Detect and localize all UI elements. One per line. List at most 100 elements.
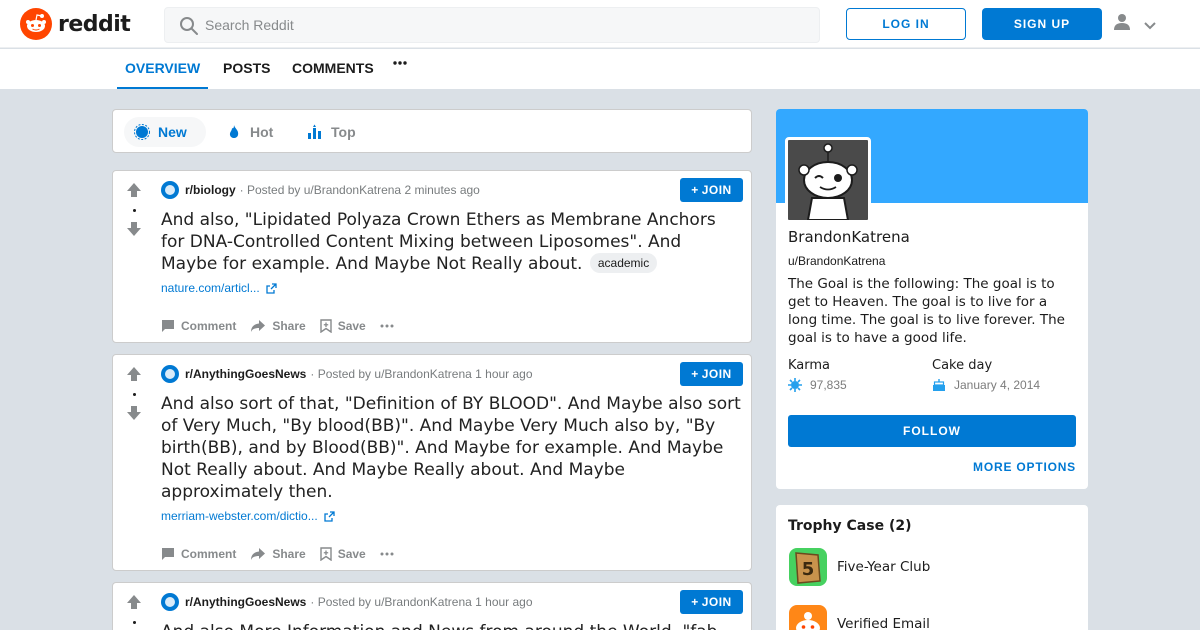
more-tabs-icon[interactable]	[393, 49, 407, 89]
post-flair[interactable]: academic	[589, 253, 658, 273]
avatar[interactable]	[785, 137, 871, 223]
downvote-icon[interactable]	[123, 220, 145, 242]
post-title[interactable]: And also, "Lipidated Polyaza Crown Ether…	[161, 209, 741, 275]
share-button[interactable]: Share	[250, 319, 306, 333]
tab-overview[interactable]: OVERVIEW	[117, 49, 209, 89]
post-link-text: merriam-webster.com/dictio...	[161, 509, 318, 523]
subreddit-link[interactable]: r/AnythingGoesNews	[185, 595, 306, 609]
upvote-icon[interactable]	[123, 593, 145, 615]
post-title[interactable]: And also sort of that, "Definition of BY…	[161, 393, 741, 503]
logo-wordmark: reddit	[58, 11, 131, 37]
post-card[interactable]: r/AnythingGoesNews · Posted by u/Brandon…	[112, 354, 752, 571]
post-link[interactable]: merriam-webster.com/dictio...	[161, 509, 335, 523]
post-link-text: nature.com/articl...	[161, 281, 260, 295]
reddit-snoo-icon	[20, 8, 52, 40]
tab-comments[interactable]: COMMENTS	[292, 49, 374, 89]
share-button[interactable]: Share	[250, 547, 306, 561]
trophy-item[interactable]: 5 Five-Year Club	[788, 547, 930, 587]
post-actions: Comment Share Save	[161, 314, 414, 338]
reddit-logo[interactable]: reddit	[20, 8, 131, 40]
join-button[interactable]: + JOIN	[680, 362, 743, 386]
svg-text:5: 5	[802, 559, 815, 580]
profile-name: BrandonKatrena	[788, 228, 910, 246]
vote-score	[133, 393, 136, 396]
vote-controls	[123, 593, 145, 630]
signup-button[interactable]: SIGN UP	[982, 8, 1102, 40]
upvote-icon[interactable]	[123, 181, 145, 203]
follow-button[interactable]: FOLLOW	[788, 415, 1076, 447]
join-label: JOIN	[701, 595, 732, 609]
join-button[interactable]: + JOIN	[680, 178, 743, 202]
sort-new[interactable]: New	[124, 117, 206, 147]
subreddit-icon[interactable]	[161, 593, 179, 611]
save-label: Save	[337, 547, 366, 561]
vote-controls	[123, 181, 145, 248]
verified-email-icon	[789, 605, 827, 630]
save-button[interactable]: Save	[320, 319, 366, 333]
posted-by: · Posted by u/BrandonKatrena	[310, 367, 472, 381]
karma-number: 97,835	[810, 378, 847, 392]
search-input[interactable]	[205, 8, 805, 42]
profile-bio: The Goal is the following: The goal is t…	[788, 276, 1065, 346]
upvote-icon[interactable]	[123, 365, 145, 387]
user-icon	[1112, 12, 1132, 36]
comment-icon	[162, 548, 174, 560]
chevron-down-icon	[1144, 15, 1156, 34]
share-label: Share	[272, 319, 306, 333]
user-dropdown[interactable]	[1112, 12, 1162, 36]
five-year-club-icon: 5	[789, 548, 827, 586]
karma-value: 97,835	[788, 377, 847, 393]
share-icon	[251, 548, 266, 560]
top-header: reddit LOG IN SIGN UP	[0, 0, 1200, 48]
post-time: 1 hour ago	[475, 367, 533, 381]
join-button[interactable]: + JOIN	[680, 590, 743, 614]
trophy-item[interactable]: Verified Email	[788, 604, 930, 630]
post-card[interactable]: r/biology · Posted by u/BrandonKatrena 2…	[112, 170, 752, 343]
vote-score	[133, 209, 136, 212]
trophy-label: Five-Year Club	[837, 559, 931, 575]
join-label: JOIN	[701, 367, 732, 381]
save-label: Save	[337, 319, 366, 333]
comment-button[interactable]: Comment	[161, 547, 236, 561]
bookmark-icon	[320, 319, 332, 333]
post-meta: r/AnythingGoesNews · Posted by u/Brandon…	[161, 592, 533, 612]
sort-new-label: New	[158, 124, 187, 140]
more-options-icon[interactable]	[380, 552, 400, 556]
post-card[interactable]: r/AnythingGoesNews · Posted by u/Brandon…	[112, 582, 752, 630]
trophy-label: Verified Email	[837, 616, 930, 630]
sort-bar: New Hot Top	[112, 109, 752, 153]
subreddit-icon[interactable]	[161, 181, 179, 199]
sort-hot-label: Hot	[250, 124, 274, 140]
karma-label: Karma	[788, 358, 831, 373]
bookmark-icon	[320, 547, 332, 561]
profile-nav: OVERVIEW POSTS COMMENTS	[0, 49, 1200, 89]
external-link-icon	[324, 510, 335, 522]
search-icon	[179, 16, 199, 40]
save-button[interactable]: Save	[320, 547, 366, 561]
comment-icon	[162, 320, 174, 332]
cakeday-label: Cake day	[932, 358, 993, 373]
comment-button[interactable]: Comment	[161, 319, 236, 333]
tab-posts[interactable]: POSTS	[223, 49, 270, 89]
external-link-icon	[266, 282, 277, 294]
post-link[interactable]: nature.com/articl...	[161, 281, 277, 295]
more-options-button[interactable]: MORE OPTIONS	[973, 460, 1076, 474]
search-bar[interactable]	[164, 7, 820, 43]
subreddit-icon[interactable]	[161, 365, 179, 383]
sort-top[interactable]: Top	[297, 117, 366, 147]
login-button[interactable]: LOG IN	[846, 8, 966, 40]
share-label: Share	[272, 547, 306, 561]
subreddit-link[interactable]: r/AnythingGoesNews	[185, 367, 306, 381]
comment-label: Comment	[181, 547, 237, 561]
share-icon	[251, 320, 266, 332]
profile-card: BrandonKatrena u/BrandonKatrena The Goal…	[776, 109, 1088, 489]
post-meta: r/AnythingGoesNews · Posted by u/Brandon…	[161, 364, 533, 384]
posted-by: · Posted by u/BrandonKatrena	[310, 595, 472, 609]
post-title[interactable]: And also More Information and News from …	[161, 621, 741, 630]
post-time: 2 minutes ago	[404, 183, 480, 197]
subreddit-link[interactable]: r/biology	[185, 183, 236, 197]
sort-hot[interactable]: Hot	[216, 117, 283, 147]
vote-controls	[123, 365, 145, 432]
downvote-icon[interactable]	[123, 404, 145, 426]
more-options-icon[interactable]	[380, 324, 400, 328]
